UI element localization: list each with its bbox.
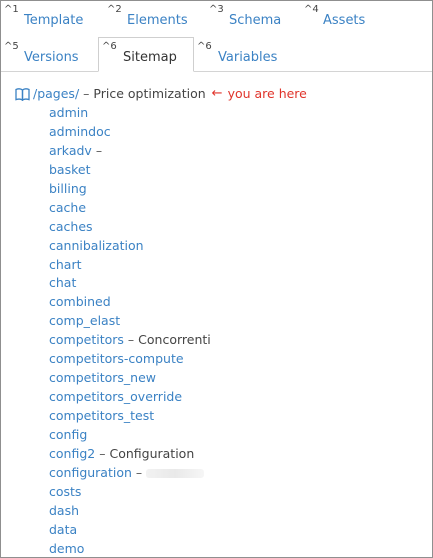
- sitemap-link[interactable]: admin: [49, 105, 88, 120]
- sitemap-link[interactable]: costs: [49, 484, 81, 499]
- sitemap-link[interactable]: config: [49, 427, 87, 442]
- sitemap-link[interactable]: demo: [49, 541, 84, 556]
- sitemap-item: config2– Configuration: [15, 445, 432, 464]
- sitemap-item: dash: [15, 502, 432, 521]
- sitemap-item: data: [15, 521, 432, 540]
- redacted-description: [146, 468, 205, 478]
- tab-label: Schema: [229, 13, 282, 28]
- tab-shortcut: ^1: [4, 4, 19, 15]
- tab-label: Variables: [218, 50, 278, 65]
- tab-bar: ^1 Template ^2 Elements ^3 Schema ^4 Ass…: [1, 1, 432, 72]
- page-description: Price optimization: [93, 86, 206, 101]
- sitemap-link[interactable]: admindoc: [49, 124, 111, 139]
- tab-label: Versions: [24, 50, 79, 65]
- sitemap-item: competitors_test: [15, 407, 432, 426]
- sitemap-item: cannibalization: [15, 237, 432, 256]
- tab-template[interactable]: ^1 Template: [1, 1, 99, 34]
- separator: –: [135, 464, 143, 480]
- tab-shortcut: ^6: [197, 41, 212, 52]
- sitemap-item: competitors_override: [15, 388, 432, 407]
- tab-label: Assets: [323, 13, 366, 28]
- sitemap-link[interactable]: competitors_override: [49, 389, 182, 404]
- tab-shortcut: ^5: [4, 41, 19, 52]
- tab-label: Sitemap: [123, 50, 177, 65]
- sitemap-item: competitors-compute: [15, 350, 432, 369]
- tab-elements[interactable]: ^2 Elements: [104, 1, 202, 34]
- tab-shortcut: ^3: [209, 4, 224, 15]
- book-icon: [15, 87, 30, 101]
- sitemap-link[interactable]: combined: [49, 294, 111, 309]
- page-description: Configuration: [109, 445, 195, 461]
- page-description: Concorrenti: [138, 332, 211, 348]
- tab-schema[interactable]: ^3 Schema: [206, 1, 301, 34]
- sitemap-panel: ^1 Template ^2 Elements ^3 Schema ^4 Ass…: [0, 0, 433, 558]
- sitemap-item: comp_elast: [15, 312, 432, 331]
- sitemap-link[interactable]: dash: [49, 503, 79, 518]
- tab-variables[interactable]: ^6 Variables: [194, 38, 304, 71]
- sitemap-link[interactable]: arkadv: [49, 143, 92, 158]
- sitemap-item: chat: [15, 274, 432, 293]
- tab-versions[interactable]: ^5 Versions: [1, 38, 96, 71]
- sitemap-link[interactable]: chart: [49, 257, 82, 272]
- you-are-here-label: you are here: [227, 86, 307, 101]
- sitemap-link[interactable]: caches: [49, 219, 93, 234]
- sitemap-item: costs: [15, 483, 432, 502]
- sitemap-item: caches: [15, 218, 432, 237]
- sitemap-link[interactable]: cannibalization: [49, 238, 144, 253]
- tab-shortcut: ^2: [107, 4, 122, 15]
- sitemap-link[interactable]: data: [49, 522, 77, 537]
- sitemap-link[interactable]: cache: [49, 200, 86, 215]
- tab-label: Template: [24, 13, 84, 28]
- separator: –: [83, 86, 90, 101]
- separator: –: [99, 445, 106, 461]
- sitemap-list: admin admindoc arkadv – basket billing cache ca…: [15, 104, 432, 557]
- tab-shortcut: ^4: [304, 4, 319, 15]
- sitemap-link[interactable]: comp_elast: [49, 313, 120, 328]
- sitemap-link[interactable]: competitors: [49, 332, 124, 347]
- sitemap-item: competitors_new: [15, 369, 432, 388]
- sitemap-link[interactable]: competitors-compute: [49, 351, 184, 366]
- sitemap-link[interactable]: chat: [49, 275, 76, 290]
- sitemap-item: arkadv –: [15, 142, 432, 161]
- sitemap-link[interactable]: billing: [49, 181, 87, 196]
- tab-sitemap[interactable]: ^6 Sitemap: [98, 37, 194, 72]
- current-path-link[interactable]: /pages/: [33, 85, 79, 103]
- sitemap-item: cache: [15, 199, 432, 218]
- sitemap-item: basket: [15, 161, 432, 180]
- tab-label: Elements: [127, 13, 188, 28]
- sitemap-item: competitors – Concorrenti: [15, 331, 432, 350]
- sitemap-item: configuration –: [15, 464, 432, 483]
- tab-assets[interactable]: ^4 Assets: [301, 1, 401, 34]
- sitemap-item: demo: [15, 540, 432, 557]
- sitemap-item: admin: [15, 104, 432, 123]
- sitemap-link[interactable]: basket: [49, 162, 91, 177]
- sitemap-content: /pages/ – Price optimization ← you are h…: [15, 85, 432, 557]
- sitemap-item: billing: [15, 180, 432, 199]
- separator: –: [95, 142, 103, 158]
- separator: –: [127, 332, 135, 348]
- sitemap-item: chart: [15, 256, 432, 275]
- sitemap-link[interactable]: config2: [49, 446, 95, 461]
- current-location: /pages/ – Price optimization ← you are h…: [15, 85, 432, 103]
- sitemap-item: admindoc: [15, 123, 432, 142]
- sitemap-link[interactable]: competitors_test: [49, 408, 154, 423]
- sitemap-link[interactable]: configuration: [49, 465, 132, 480]
- tab-shortcut: ^6: [102, 41, 117, 52]
- sitemap-item: combined: [15, 293, 432, 312]
- arrow-left-icon: ←: [211, 86, 223, 101]
- sitemap-link[interactable]: competitors_new: [49, 370, 156, 385]
- sitemap-item: config: [15, 426, 432, 445]
